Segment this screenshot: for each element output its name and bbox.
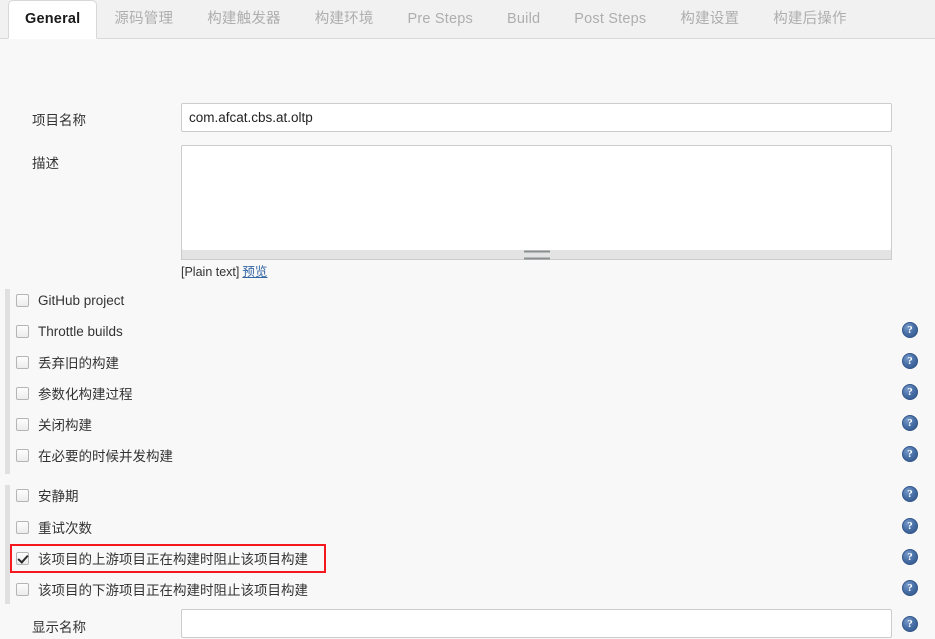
checkbox-row-throttle-builds[interactable]: Throttle builds bbox=[16, 321, 123, 341]
tab-label: 构建触发器 bbox=[207, 11, 281, 27]
checkbox-block-upstream[interactable] bbox=[16, 551, 29, 565]
checkbox-throttle-builds[interactable] bbox=[16, 324, 29, 338]
help-icon-disable-build[interactable]: ? bbox=[902, 415, 918, 431]
tab-post-build[interactable]: 构建后操作 bbox=[756, 0, 864, 38]
help-icon-block-upstream[interactable]: ? bbox=[902, 549, 918, 565]
checkbox-label[interactable]: 安静期 bbox=[38, 485, 79, 505]
checkbox-label[interactable]: 重试次数 bbox=[38, 517, 92, 537]
description-markup-note: [Plain text] 预览 bbox=[181, 261, 267, 280]
checkbox-concurrent-builds[interactable] bbox=[16, 448, 29, 462]
checkbox-row-quiet-period[interactable]: 安静期 bbox=[16, 485, 79, 505]
display-name-row: 显示名称 bbox=[32, 616, 180, 636]
tab-label: 构建后操作 bbox=[773, 11, 847, 27]
project-name-input[interactable] bbox=[181, 103, 892, 132]
checkbox-label[interactable]: 丢弃旧的构建 bbox=[38, 352, 119, 372]
help-icon-concurrent-builds[interactable]: ? bbox=[902, 446, 918, 462]
block-group-bar-1 bbox=[5, 289, 10, 474]
tab-build-settings[interactable]: 构建设置 bbox=[663, 0, 756, 38]
checkbox-disable-build[interactable] bbox=[16, 417, 29, 431]
plain-text-label: [Plain text] bbox=[181, 265, 240, 279]
tab-label: Pre Steps bbox=[407, 11, 474, 27]
checkbox-label[interactable]: 参数化构建过程 bbox=[38, 383, 133, 403]
description-textarea[interactable] bbox=[181, 145, 892, 251]
description-resize-grip[interactable] bbox=[181, 250, 892, 260]
tab-general[interactable]: General bbox=[8, 0, 98, 39]
help-icon-display-name[interactable]: ? bbox=[902, 616, 918, 632]
tab-label: Post Steps bbox=[574, 11, 647, 27]
help-icon-quiet-period[interactable]: ? bbox=[902, 486, 918, 502]
checkbox-discard-old-builds[interactable] bbox=[16, 355, 29, 369]
tab-label: 源码管理 bbox=[114, 11, 174, 27]
checkbox-row-discard-old-builds[interactable]: 丢弃旧的构建 bbox=[16, 352, 119, 372]
tab-build-env[interactable]: 构建环境 bbox=[298, 0, 391, 38]
tab-build[interactable]: Build bbox=[490, 0, 557, 38]
tab-scm[interactable]: 源码管理 bbox=[97, 0, 190, 38]
help-icon-parameterized-build[interactable]: ? bbox=[902, 384, 918, 400]
tab-label: Build bbox=[507, 11, 541, 27]
config-tab-bar: General 源码管理 构建触发器 构建环境 Pre Steps Build … bbox=[0, 0, 935, 39]
general-config-panel: 项目名称 描述 [Plain text]预览 GitHub project Th… bbox=[0, 39, 935, 639]
tab-label: 构建环境 bbox=[314, 11, 374, 27]
checkbox-label[interactable]: Throttle builds bbox=[38, 324, 123, 339]
checkbox-label[interactable]: 关闭构建 bbox=[38, 414, 92, 434]
help-icon-retry-count[interactable]: ? bbox=[902, 518, 918, 534]
preview-link[interactable]: 预览 bbox=[242, 265, 267, 279]
tab-pre-steps[interactable]: Pre Steps bbox=[391, 0, 490, 38]
checkbox-row-block-downstream[interactable]: 该项目的下游项目正在构建时阻止该项目构建 bbox=[16, 579, 308, 599]
tab-build-triggers[interactable]: 构建触发器 bbox=[190, 0, 298, 38]
checkbox-row-retry-count[interactable]: 重试次数 bbox=[16, 517, 92, 537]
checkbox-github-project[interactable] bbox=[16, 293, 29, 307]
tab-label: General bbox=[25, 11, 81, 27]
display-name-input[interactable] bbox=[181, 609, 892, 638]
checkbox-retry-count[interactable] bbox=[16, 520, 29, 534]
description-label: 描述 bbox=[32, 156, 59, 171]
tab-post-steps[interactable]: Post Steps bbox=[557, 0, 663, 38]
description-row: 描述 bbox=[32, 152, 180, 172]
help-icon-discard-old-builds[interactable]: ? bbox=[902, 353, 918, 369]
checkbox-parameterized-build[interactable] bbox=[16, 386, 29, 400]
checkbox-row-block-upstream[interactable]: 该项目的上游项目正在构建时阻止该项目构建 bbox=[16, 548, 308, 568]
tab-label: 构建设置 bbox=[680, 11, 740, 27]
checkbox-label[interactable]: 该项目的下游项目正在构建时阻止该项目构建 bbox=[38, 579, 308, 599]
checkbox-label[interactable]: 该项目的上游项目正在构建时阻止该项目构建 bbox=[38, 548, 308, 568]
checkbox-label[interactable]: 在必要的时候并发构建 bbox=[38, 445, 173, 465]
project-name-label: 项目名称 bbox=[32, 113, 86, 128]
checkbox-row-parameterized-build[interactable]: 参数化构建过程 bbox=[16, 383, 133, 403]
checkbox-label[interactable]: GitHub project bbox=[38, 293, 124, 308]
checkbox-block-downstream[interactable] bbox=[16, 582, 29, 596]
checkbox-row-github-project[interactable]: GitHub project bbox=[16, 290, 124, 310]
help-icon-throttle-builds[interactable]: ? bbox=[902, 322, 918, 338]
checkbox-row-disable-build[interactable]: 关闭构建 bbox=[16, 414, 92, 434]
display-name-label: 显示名称 bbox=[32, 620, 86, 635]
project-name-row: 项目名称 bbox=[32, 109, 180, 129]
help-icon-block-downstream[interactable]: ? bbox=[902, 580, 918, 596]
block-group-bar-2 bbox=[5, 485, 10, 604]
checkbox-row-concurrent-builds[interactable]: 在必要的时候并发构建 bbox=[16, 445, 173, 465]
checkbox-quiet-period[interactable] bbox=[16, 488, 29, 502]
